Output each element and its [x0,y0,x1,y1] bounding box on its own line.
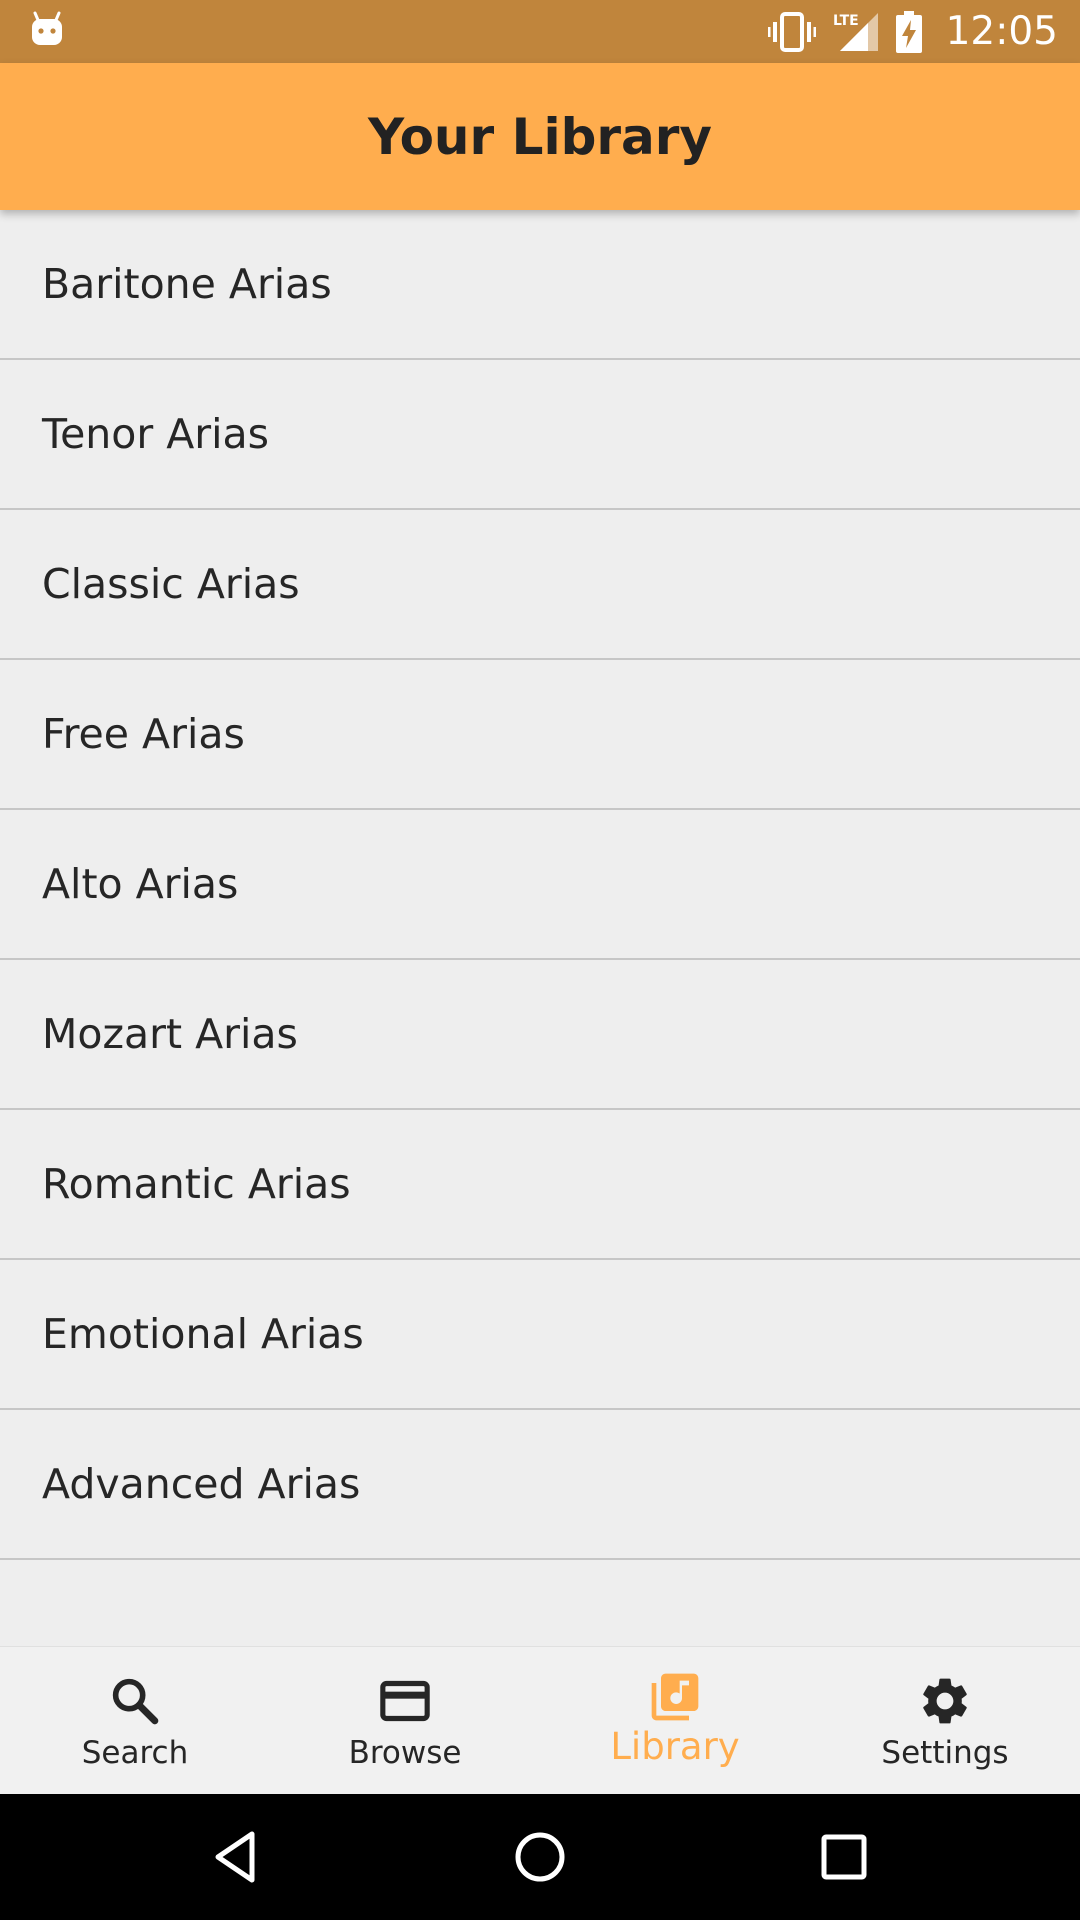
status-bar: LTE 12:05 [0,0,1080,63]
status-clock: 12:05 [945,9,1058,54]
back-icon[interactable] [206,1827,266,1887]
list-item[interactable]: Tenor Arias [0,360,1080,510]
page-title: Your Library [367,107,713,166]
android-icon [32,11,62,45]
list-item-label: Alto Arias [42,860,239,908]
status-icons: LTE 12:05 [767,0,1058,63]
svg-text:LTE: LTE [833,13,859,29]
list-item-label: Free Arias [42,710,245,758]
library-music-icon [651,1673,699,1721]
bottom-nav: Search Browse Library Settings [0,1646,1080,1795]
list-item[interactable]: Advanced Arias [0,1410,1080,1560]
battery-charging-icon [895,10,922,53]
list-item[interactable]: Free Arias [0,660,1080,810]
list-item[interactable]: Romantic Arias [0,1110,1080,1260]
lte-signal-icon: LTE [833,12,878,51]
library-list: Baritone Arias Tenor Arias Classic Arias… [0,210,1080,1560]
system-nav-bar [0,1794,1080,1920]
nav-label: Settings [881,1735,1009,1771]
search-icon [112,1678,159,1725]
nav-item-library[interactable]: Library [540,1647,810,1795]
nav-label: Library [610,1725,740,1768]
list-item[interactable]: Baritone Arias [0,210,1080,360]
nav-item-search[interactable]: Search [0,1647,270,1795]
card-icon [380,1680,430,1722]
recents-icon[interactable] [814,1827,874,1887]
list-item[interactable]: Classic Arias [0,510,1080,660]
vibrate-icon [767,11,816,52]
nav-item-browse[interactable]: Browse [270,1647,540,1795]
list-item-label: Baritone Arias [42,260,332,308]
home-icon[interactable] [510,1827,570,1887]
gear-icon [923,1678,967,1724]
list-item-label: Romantic Arias [42,1160,351,1208]
nav-item-settings[interactable]: Settings [810,1647,1080,1795]
list-item[interactable]: Mozart Arias [0,960,1080,1110]
nav-label: Browse [348,1735,462,1771]
list-item-label: Advanced Arias [42,1460,361,1508]
list-item[interactable]: Emotional Arias [0,1260,1080,1410]
list-item-label: Classic Arias [42,560,300,608]
list-item-label: Emotional Arias [42,1310,364,1358]
list-item-label: Tenor Arias [42,410,270,458]
list-item[interactable]: Alto Arias [0,810,1080,960]
app-bar: Your Library [0,63,1080,210]
nav-label: Search [81,1735,189,1771]
list-item-label: Mozart Arias [42,1010,298,1058]
